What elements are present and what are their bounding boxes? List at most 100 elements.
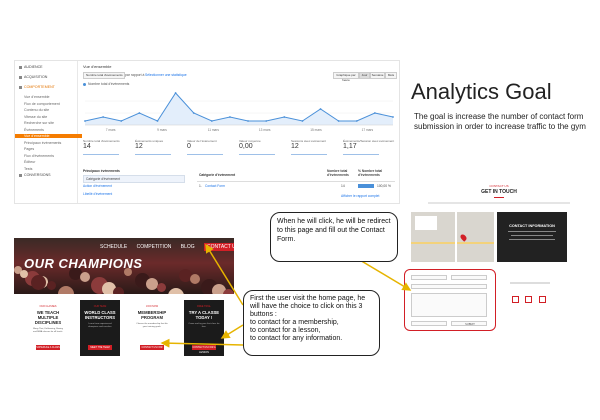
sidebar-item-15[interactable]: CONVERSIONS [19, 173, 51, 177]
nav-competition[interactable]: COMPETITION [137, 244, 172, 250]
sidebar-item-3[interactable]: Vue d'ensemble [24, 95, 50, 99]
sidebar-section-icon [19, 65, 22, 69]
contact-title: GET IN TOUCH [481, 189, 517, 195]
event-action-link[interactable]: Action d'événement [83, 184, 112, 188]
metric-value: 0 [187, 143, 191, 150]
data-point[interactable] [210, 120, 213, 122]
contact-form-total: 14 [341, 184, 345, 188]
category-column-header: Catégorie d'événement [199, 173, 236, 177]
first-name-field[interactable] [411, 275, 447, 280]
hourly-button[interactable]: Graphique par heure [333, 72, 359, 82]
data-point[interactable] [373, 112, 376, 114]
sidebar-item-6[interactable]: Vitesse du site [24, 115, 47, 119]
map-image[interactable] [411, 212, 494, 262]
top-events-row-selected[interactable]: Catégorie d'événement [83, 175, 185, 183]
legend-swatch [83, 83, 86, 86]
nav-contact-us[interactable]: CONTACT US [204, 243, 234, 251]
sidebar-item-0[interactable]: AUDIENCE [19, 65, 43, 69]
contact-info-panel: CONTACT INFORMATION [497, 212, 567, 262]
x-tick-label: 9 mars [157, 128, 167, 132]
map-pin-icon [459, 233, 468, 242]
data-point[interactable] [138, 112, 141, 114]
data-point[interactable] [355, 120, 358, 122]
nav-schedule[interactable]: SCHEDULE [100, 244, 127, 250]
contact-form-pct-bar [358, 184, 374, 188]
sidebar-item-10[interactable]: Principaux événements [24, 141, 61, 145]
contact-form-event-link[interactable]: Contact Form [205, 184, 225, 188]
sidebar-item-9[interactable]: Vue d'ensemble [15, 134, 82, 138]
vs-label: par rapport à [125, 73, 145, 77]
card-cta-button[interactable]: MEET THE TEAM [88, 345, 112, 350]
sidebar-item-5[interactable]: Contenu du site [24, 108, 49, 112]
last-name-field[interactable] [451, 275, 487, 280]
hero-heading: OUR CHAMPIONS [24, 256, 143, 271]
instagram-icon[interactable] [525, 296, 533, 303]
social-icons [512, 290, 546, 308]
map-info-card [415, 216, 437, 230]
chart-legend: Nombre total d'événements [88, 82, 130, 86]
data-point[interactable] [301, 120, 304, 122]
title-underline [494, 197, 504, 198]
card-description: Learn from experienced champions and coa… [87, 323, 113, 328]
youtube-icon[interactable] [538, 296, 546, 303]
card-tag: OUR CLASSES [39, 305, 57, 308]
data-point[interactable] [392, 116, 394, 118]
x-tick-label: 15 mars [310, 128, 322, 132]
sidebar-item-7[interactable]: Recherche sur site [24, 121, 54, 125]
facebook-icon[interactable] [512, 296, 519, 303]
analytics-screenshot: AUDIENCE ACQUISITION COMPORTEMENT Vue d'ens… [14, 60, 400, 204]
analytics-sidebar: AUDIENCE ACQUISITION COMPORTEMENT Vue d'ens… [15, 61, 82, 203]
card-cta-button[interactable]: SCHEDULE A CLASS [36, 345, 60, 350]
metric-4: Sessions avec événement 12 [291, 139, 331, 155]
data-point[interactable] [337, 120, 340, 122]
submit-button[interactable]: SUBMIT [451, 321, 487, 326]
sidebar-item-8[interactable]: Événements [24, 128, 44, 132]
full-report-link[interactable]: Afficher le rapport complet [341, 194, 379, 198]
data-point[interactable] [192, 112, 195, 114]
sidebar-item-11[interactable]: Pages [24, 147, 34, 151]
data-point[interactable] [265, 120, 268, 122]
website-homepage-screenshot: SCHEDULE COMPETITION BLOG CONTACT US OUR… [14, 238, 234, 390]
card-tag: OUR TEAM [93, 305, 107, 308]
data-point[interactable] [247, 120, 249, 122]
data-point[interactable] [156, 120, 159, 122]
hero-photo-crowd [31, 275, 46, 290]
data-point[interactable] [229, 116, 231, 118]
select-metric-link[interactable]: Sélectionner une statistique [145, 73, 187, 77]
day-button[interactable]: Jour [359, 72, 370, 79]
card-title: WORLD CLASS INSTRUCTORS [84, 310, 116, 320]
event-label-link[interactable]: Libellé d'événement [83, 192, 112, 196]
email-field[interactable] [411, 284, 487, 289]
map-street [455, 212, 457, 262]
phone-field[interactable] [411, 321, 447, 326]
data-point[interactable] [102, 116, 105, 118]
sidebar-item-1[interactable]: ACQUISITION [19, 75, 47, 79]
sidebar-item-14[interactable]: Tests [24, 167, 32, 171]
table-divider [197, 181, 395, 182]
feature-card-1: OUR TEAM WORLD CLASS INSTRUCTORS Learn fro… [80, 300, 120, 356]
data-point[interactable] [120, 120, 123, 122]
sidebar-section-icon [19, 75, 22, 79]
card-title: TRY A CLASSE TODAY ! [188, 310, 220, 320]
data-point[interactable] [283, 116, 286, 118]
sidebar-item-2[interactable]: COMPORTEMENT [19, 85, 55, 89]
sidebar-item-13[interactable]: Éditeur [24, 160, 35, 164]
hero-photo-crowd [80, 272, 90, 282]
metric-sparkline [291, 150, 327, 155]
data-point[interactable] [319, 108, 322, 110]
message-field[interactable] [411, 293, 487, 317]
sidebar-item-12[interactable]: Flux d'événements [24, 154, 54, 158]
data-point[interactable] [84, 120, 86, 122]
nav-blog[interactable]: BLOG [181, 244, 195, 250]
card-cta-button[interactable]: CONTACT US FOR MEMBERSHIP [140, 345, 164, 354]
month-button[interactable]: Mois [385, 72, 397, 79]
card-cta-button[interactable]: CONTACT US FOR A LESSON [192, 345, 216, 354]
metric-0: Nombre total d'événements 14 [83, 139, 123, 155]
metric-sparkline [187, 150, 223, 155]
metric-3: Valeur moyenne 0,00 [239, 139, 279, 155]
metric-dropdown[interactable]: Nombre total d'événements [83, 72, 125, 79]
info-line-1 [508, 231, 556, 232]
sidebar-item-4[interactable]: Flux de comportement [24, 102, 60, 106]
week-button[interactable]: Semaine [370, 72, 385, 79]
data-point[interactable] [174, 92, 177, 94]
